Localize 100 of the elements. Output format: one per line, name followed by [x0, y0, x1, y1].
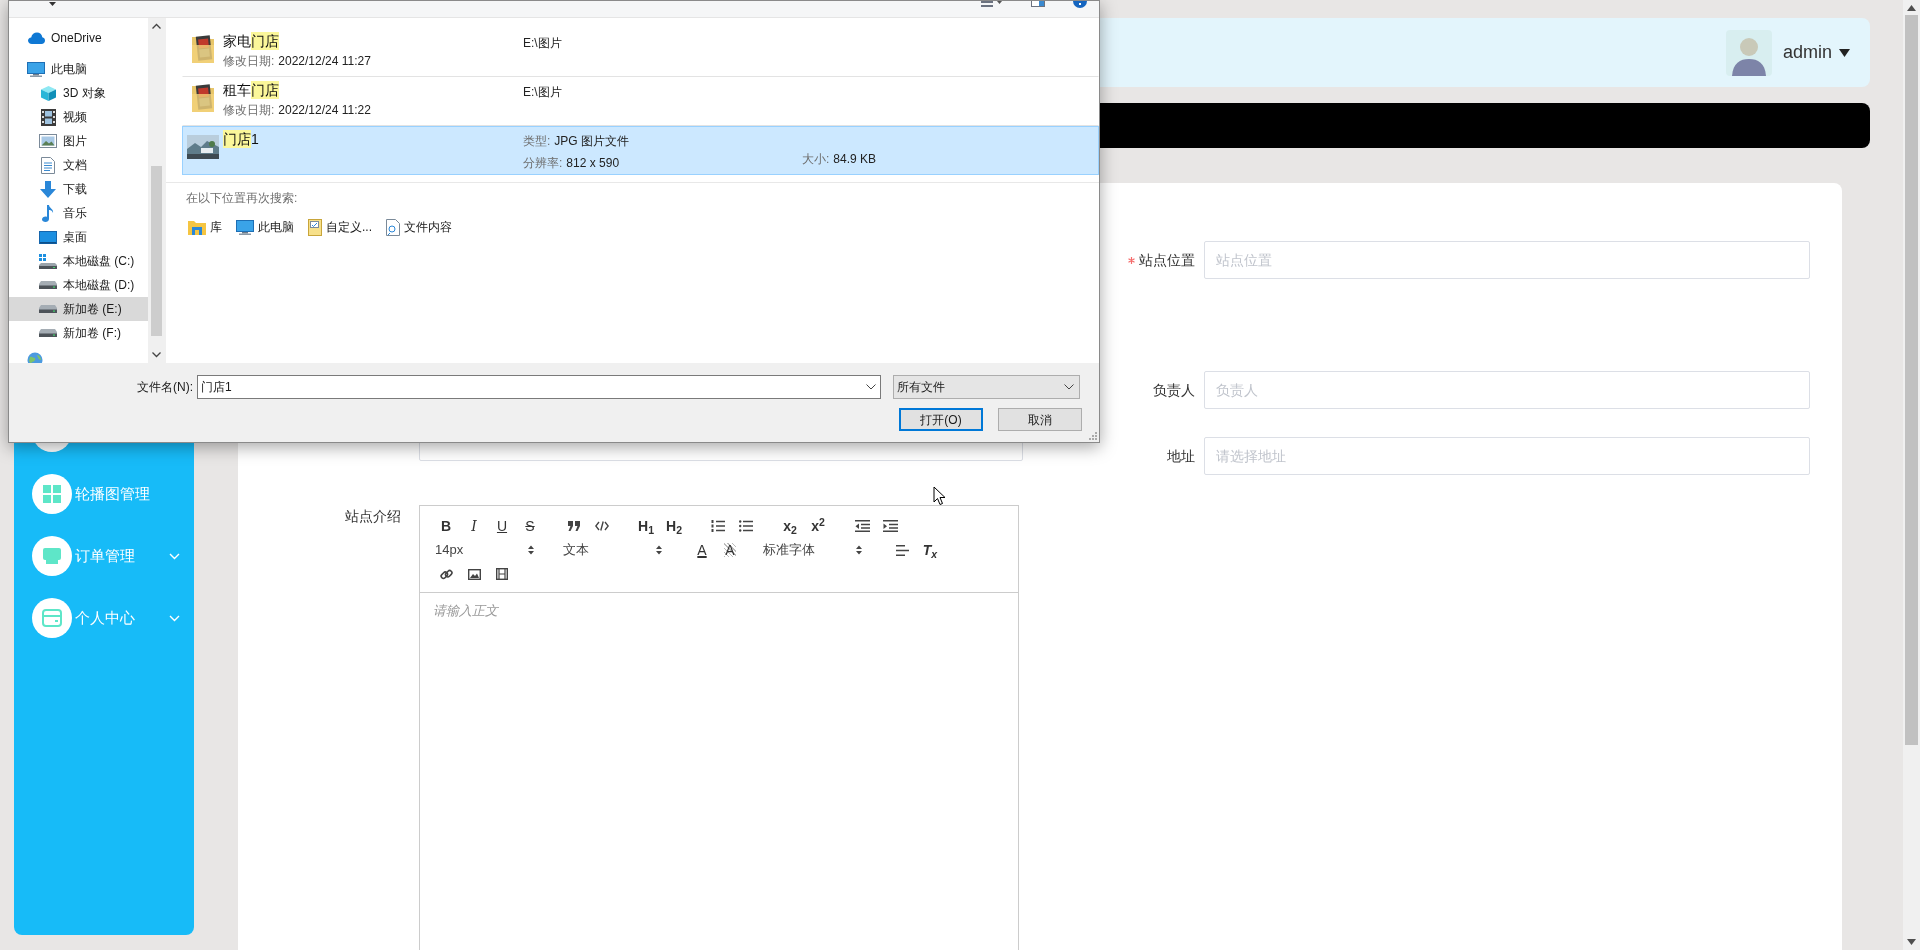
toolbar-button[interactable]: A: [688, 538, 716, 562]
resize-grip-icon[interactable]: [1089, 432, 1097, 440]
toolbar-button[interactable]: x$_{2}$: [776, 514, 804, 538]
monitor-icon: [42, 546, 62, 566]
file-name-field[interactable]: 门店1: [197, 375, 881, 399]
outdent-icon: [854, 520, 870, 532]
image-icon: [467, 568, 481, 580]
file-type-select[interactable]: 所有文件: [893, 375, 1080, 399]
search-location-link[interactable]: 文件内容: [386, 218, 452, 236]
document-icon: [41, 156, 55, 174]
toolbar-button[interactable]: T$_{x}$: [916, 538, 944, 562]
input-field[interactable]: 负责人: [1204, 371, 1810, 409]
file-name[interactable]: 家电门店: [223, 32, 523, 50]
file-name[interactable]: 门店1: [223, 130, 523, 148]
up-down-arrows-icon: [856, 545, 862, 555]
file-detail: 类型: JPG 图片文件: [523, 133, 630, 150]
file-location: E:\图片: [523, 35, 563, 52]
nav-item[interactable]: 本地磁盘 (C:): [9, 249, 149, 273]
numbered-list-icon: [711, 520, 725, 532]
file-row[interactable]: 门店1 类型: JPG 图片文件 分辨率: 812 x 590 大小: 84.9 KB: [182, 126, 1099, 175]
music-note-icon: [42, 204, 54, 222]
nav-item[interactable]: 桌面: [9, 225, 149, 249]
drive-icon: [39, 329, 57, 337]
toolbar-button[interactable]: S: [516, 514, 544, 538]
toolbar-button[interactable]: B: [432, 514, 460, 538]
field-label: 站点介绍: [344, 507, 402, 526]
file-detail: 分辨率: 812 x 590: [523, 155, 621, 172]
avatar[interactable]: [1725, 29, 1772, 76]
nav-item[interactable]: OneDrive: [9, 26, 149, 50]
chevron-down-icon: [1064, 384, 1074, 390]
download-arrow-icon: [40, 180, 56, 198]
scroll-down-icon[interactable]: [1907, 939, 1916, 945]
align-left-icon: [895, 544, 909, 556]
file-search-icon: [386, 218, 400, 236]
file-detail: 修改日期: 2022/12/24 11:22: [223, 102, 372, 119]
input-field[interactable]: 站点位置: [1204, 241, 1810, 279]
cloud-icon: [27, 32, 45, 44]
nav-item[interactable]: 图片: [9, 129, 149, 153]
toolbar-select[interactable]: 14px: [432, 538, 544, 562]
dialog-button[interactable]: 取消: [998, 408, 1082, 431]
file-location: E:\图片: [523, 84, 563, 101]
search-again-label: 在以下位置再次搜索:: [186, 190, 299, 207]
code-icon: [595, 521, 609, 531]
toolbar-select[interactable]: 文本: [560, 538, 672, 562]
up-down-arrows-icon: [528, 545, 534, 555]
toolbar-button[interactable]: H$_{2}$: [660, 514, 688, 538]
nav-item[interactable]: 本地磁盘 (D:): [9, 273, 149, 297]
nav-item[interactable]: 新加卷 (F:): [9, 321, 149, 345]
computer-icon: [236, 219, 254, 235]
wallet-icon: [42, 609, 62, 627]
film-icon: [496, 568, 508, 580]
caret-down-icon[interactable]: [49, 2, 56, 6]
scrollbar-thumb[interactable]: [1905, 15, 1918, 745]
nav-item[interactable]: 音乐: [9, 201, 149, 225]
film-icon: [40, 108, 56, 126]
nav-item[interactable]: 文档: [9, 153, 149, 177]
user-menu[interactable]: admin: [1782, 39, 1850, 66]
scroll-up-icon[interactable]: [1907, 5, 1916, 11]
toolbar-button[interactable]: H$_{1}$: [632, 514, 660, 538]
picture-frame-icon: [39, 134, 57, 148]
link-icon: [439, 567, 453, 581]
toolbar-button[interactable]: x$^{2}$: [804, 514, 832, 538]
nav-item[interactable]: 新加卷 (E:): [9, 297, 149, 321]
file-name[interactable]: 租车门店: [223, 81, 523, 99]
scroll-up-icon[interactable]: [152, 23, 162, 29]
file-detail: 修改日期: 2022/12/24 11:27: [223, 53, 372, 70]
file-row[interactable]: 家电门店 修改日期: 2022/12/24 11:27 E:\图片: [182, 28, 1099, 77]
nav-item[interactable]: 下载: [9, 177, 149, 201]
indent-icon: [882, 520, 898, 532]
grid-icon: [42, 484, 62, 504]
toolbar-button[interactable]: U: [488, 514, 516, 538]
search-location-link[interactable]: 库: [188, 218, 222, 236]
toolbar-button[interactable]: I: [460, 514, 488, 538]
field-label: 站点位置: [1139, 250, 1195, 270]
custom-search-icon: [308, 218, 322, 236]
folder-icon: [190, 33, 216, 65]
cube-icon: [39, 84, 57, 102]
field-label: 负责人: [1153, 380, 1195, 400]
dialog-button[interactable]: 打开(O): [899, 408, 983, 431]
chevron-down-icon[interactable]: [866, 384, 876, 390]
nav-item[interactable]: 此电脑: [9, 57, 149, 81]
file-detail: 大小: 84.9 KB: [802, 151, 878, 168]
field-label: 地址: [1167, 446, 1195, 466]
search-location-link[interactable]: 自定义...: [308, 218, 372, 236]
nav-item[interactable]: 3D 对象: [9, 81, 149, 105]
scrollbar-thumb[interactable]: [151, 166, 163, 336]
caret-down-icon: [1839, 48, 1850, 57]
quote-icon: [567, 521, 581, 531]
search-location-link[interactable]: 此电脑: [236, 218, 294, 236]
nav-item[interactable]: 视频: [9, 105, 149, 129]
library-folder-icon: [188, 219, 206, 235]
up-down-arrows-icon: [656, 545, 662, 555]
bullet-list-icon: [739, 520, 753, 532]
input-field[interactable]: 请选择地址: [1204, 437, 1810, 475]
mouse-pointer-icon: [933, 486, 946, 506]
toolbar-select[interactable]: 标准字体: [760, 538, 872, 562]
scroll-down-icon[interactable]: [152, 352, 162, 358]
toolbar-button[interactable]: A: [716, 538, 744, 562]
desktop-icon: [39, 230, 57, 244]
system-drive-icon: [39, 253, 57, 269]
